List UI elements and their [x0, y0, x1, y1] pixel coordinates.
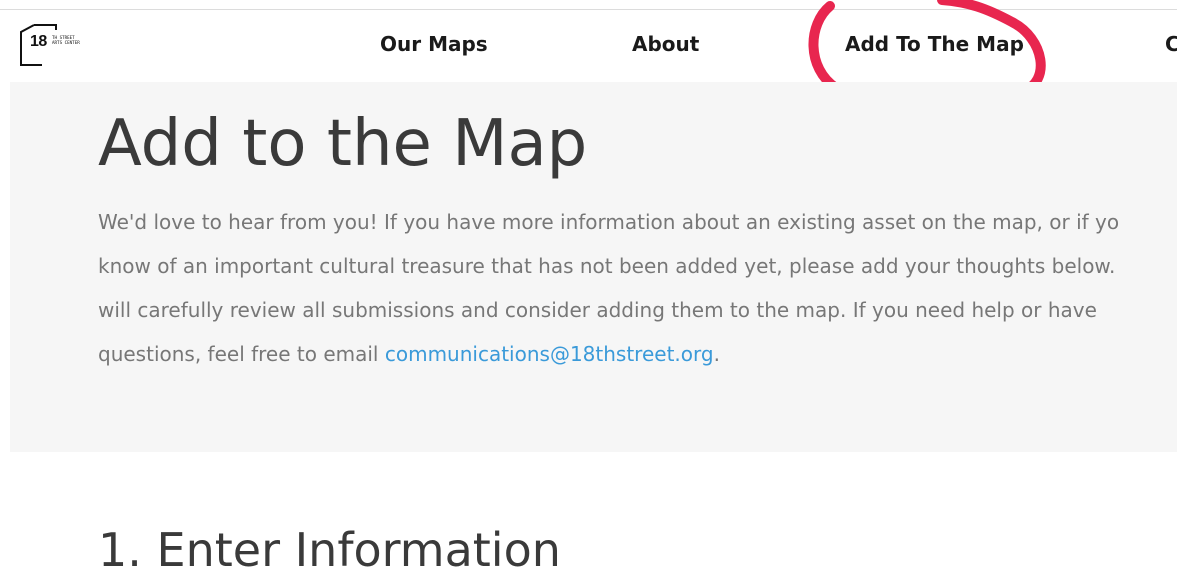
hero-line-4-text: questions, feel free to email — [98, 342, 385, 366]
logo-subtitle-line2: ARTS CENTER — [52, 40, 80, 45]
navbar: 18 TH STREET ARTS CENTER Our Maps About … — [0, 10, 1177, 82]
page-title: Add to the Map — [98, 107, 588, 181]
section-title-enter-information: 1. Enter Information — [98, 523, 561, 577]
logo[interactable]: 18 TH STREET ARTS CENTER — [20, 24, 90, 66]
email-suffix: . — [713, 342, 720, 366]
hero-description: We'd love to hear from you! If you have … — [98, 200, 1177, 376]
logo-number: 18 — [30, 33, 47, 50]
page: 18 TH STREET ARTS CENTER Our Maps About … — [0, 0, 1177, 583]
hero-line-1: We'd love to hear from you! If you have … — [98, 210, 1120, 234]
email-link[interactable]: communications@18thstreet.org — [385, 342, 714, 366]
hero-line-4: questions, feel free to email communicat… — [98, 332, 1177, 376]
nav-our-maps[interactable]: Our Maps — [380, 32, 488, 56]
hero-banner: Add to the Map We'd love to hear from yo… — [10, 82, 1177, 452]
nav-about[interactable]: About — [632, 32, 699, 56]
hero-line-2: know of an important cultural treasure t… — [98, 254, 1116, 278]
nav-add-to-the-map[interactable]: Add To The Map — [845, 32, 1024, 56]
logo-subtitle: TH STREET ARTS CENTER — [52, 35, 80, 45]
nav-contact-truncated[interactable]: C — [1165, 32, 1177, 56]
hero-line-3: will carefully review all submissions an… — [98, 298, 1097, 322]
